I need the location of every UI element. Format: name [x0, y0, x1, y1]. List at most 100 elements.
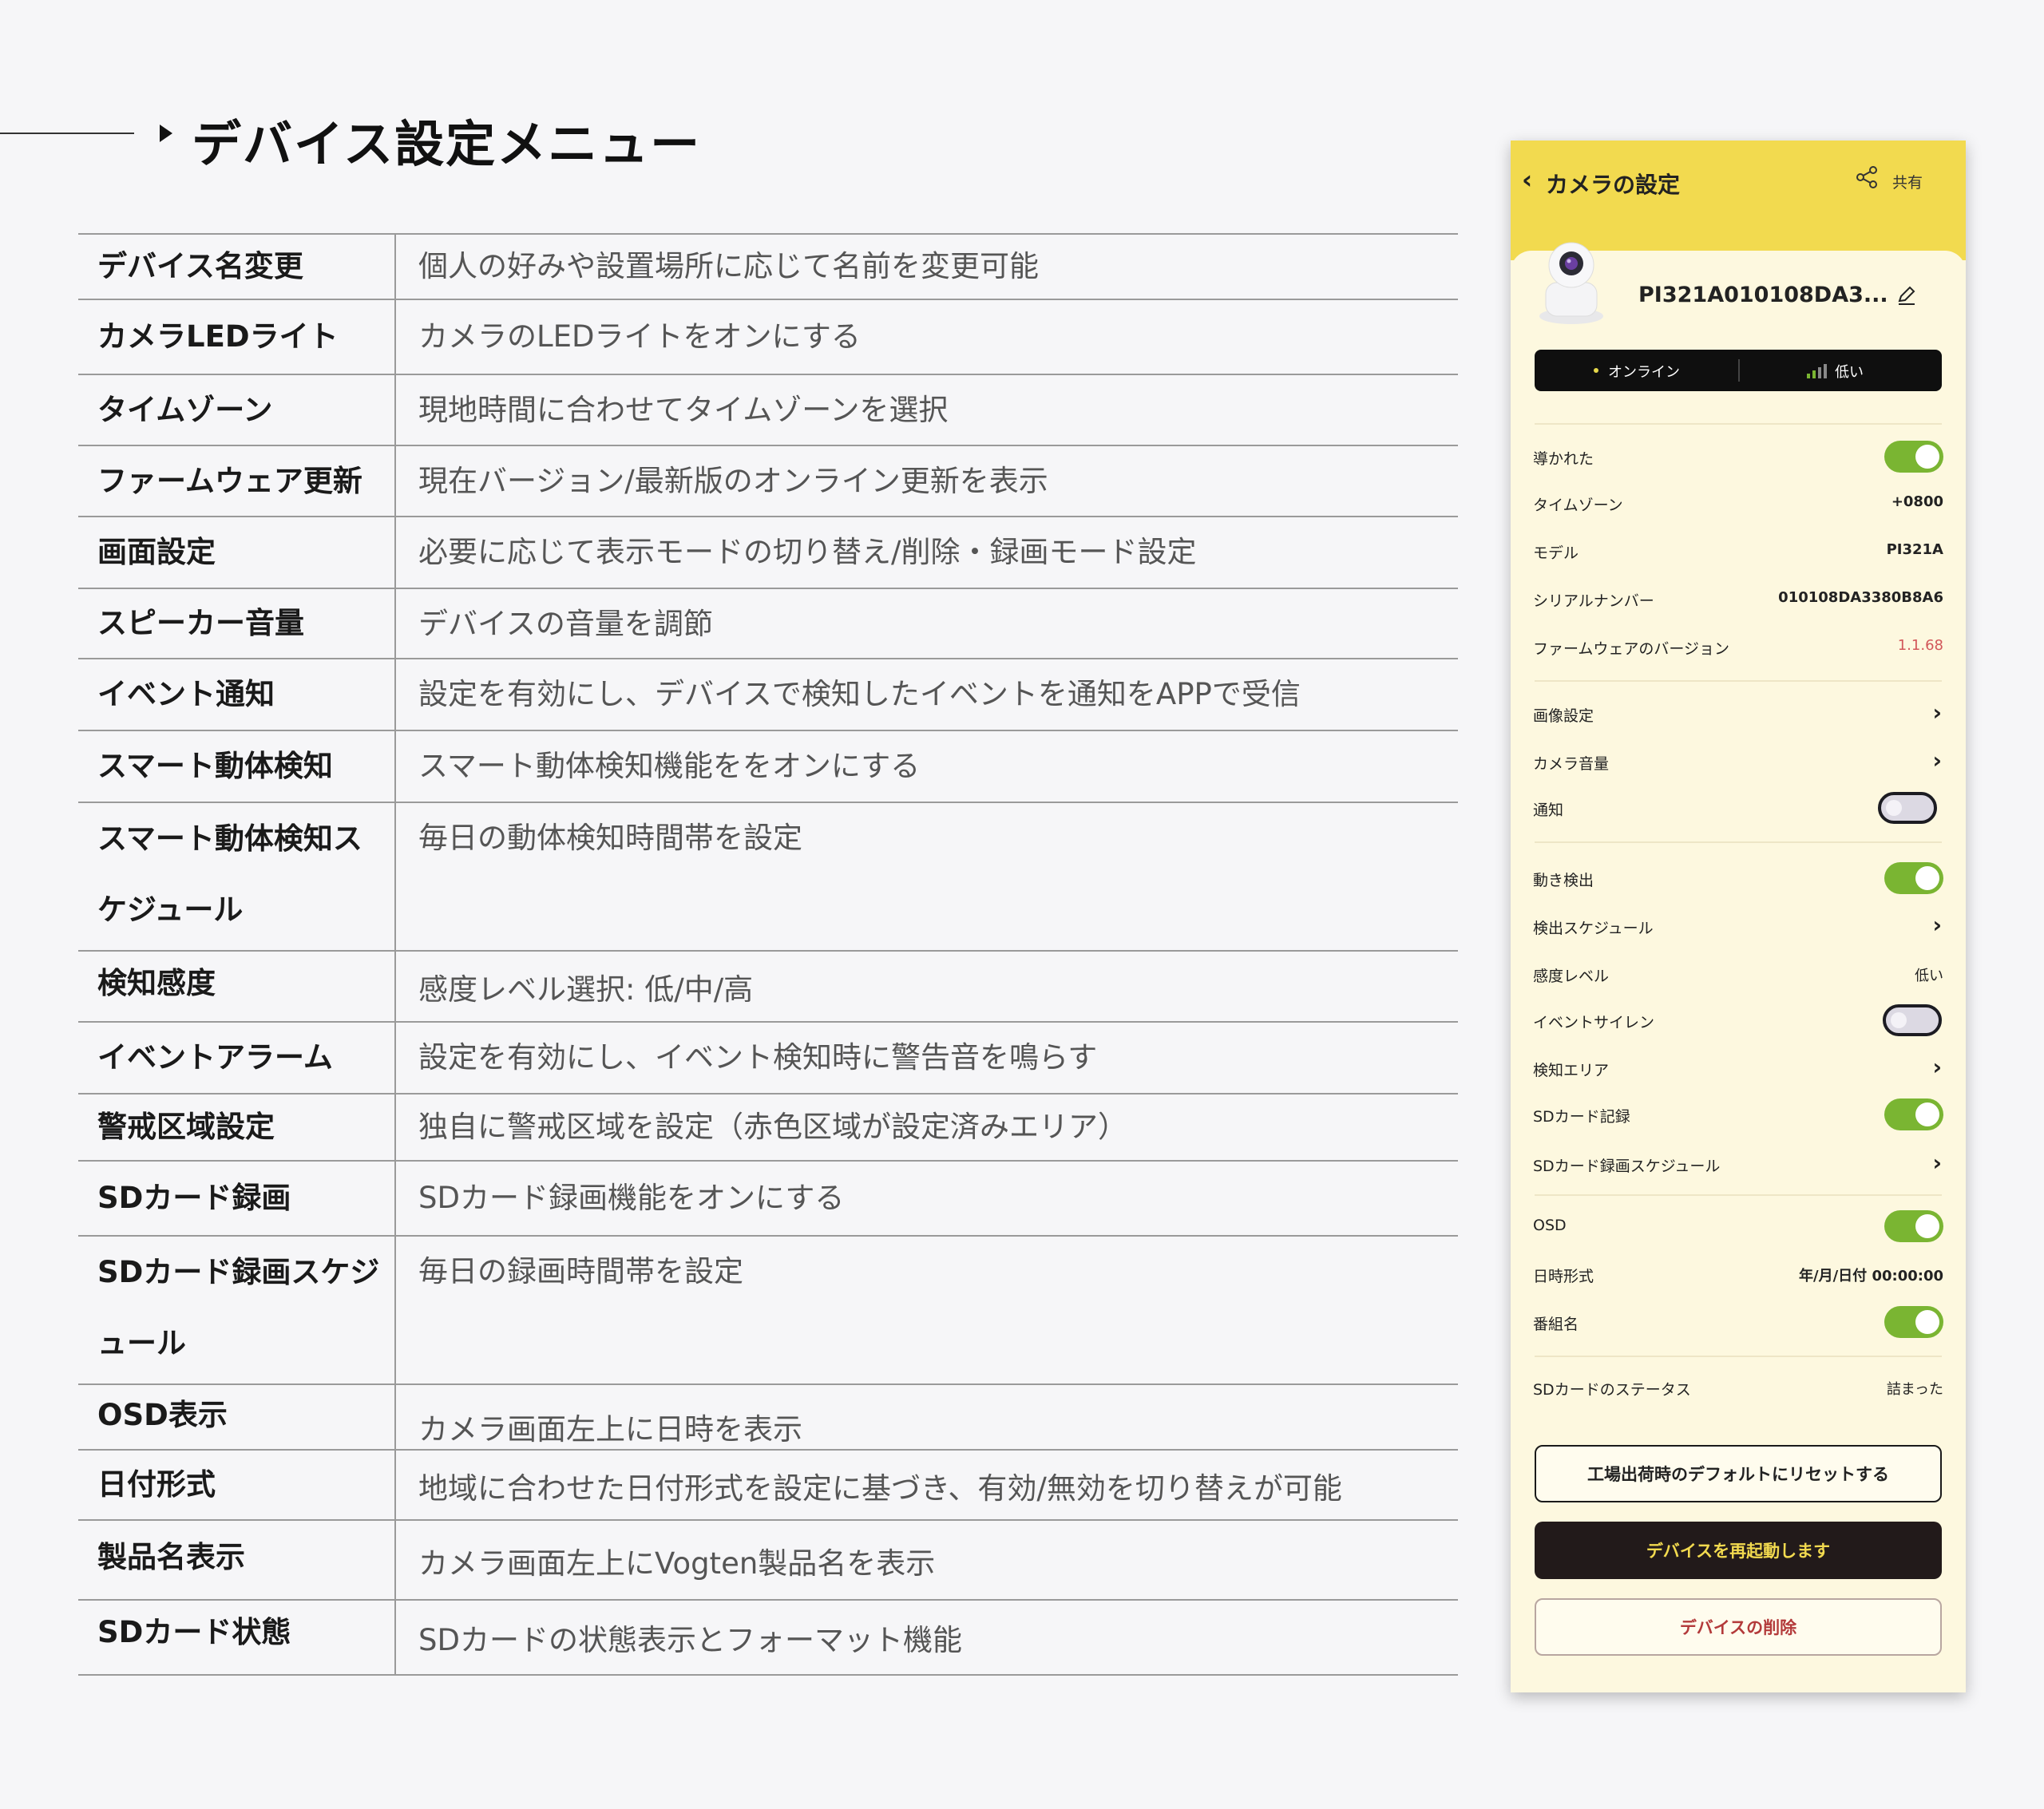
row-value: 詰まった	[1886, 1381, 1943, 1398]
table-row: デバイス名変更 個人の好みや設置場所に応じて名前を変更可能	[78, 235, 1458, 300]
online-status: オンライン	[1608, 364, 1680, 381]
setting-name: 検知感度	[78, 952, 396, 1021]
chevron-right-icon: ›	[1932, 1054, 1942, 1080]
sd-status-row[interactable]: SDカードのステータス 詰まった	[1533, 1372, 1943, 1403]
setting-description: 設定を有効にし、イベント検知時に警告音を鳴らす	[418, 1040, 1098, 1075]
device-name: PI321A010108DA3...	[1638, 283, 1888, 307]
event-siren-toggle[interactable]	[1883, 1004, 1942, 1036]
triangle-bullet-icon	[160, 125, 172, 142]
row-label: 検知エリア	[1533, 1062, 1610, 1079]
setting-name: タイムゾーン	[78, 375, 396, 445]
edit-pencil-icon[interactable]	[1895, 284, 1918, 307]
table-row: スマート動体検知 スマート動体検知機能ををオンにする	[78, 731, 1458, 803]
osd-toggle[interactable]	[1884, 1210, 1943, 1242]
setting-description: 毎日の録画時間帯を設定	[418, 1254, 743, 1288]
connection-status-bar: オンライン 低い	[1535, 350, 1942, 391]
section-divider	[1535, 680, 1942, 682]
chevron-right-icon: ›	[1932, 699, 1942, 726]
section-divider	[1535, 841, 1942, 843]
row-label: 番組名	[1533, 1316, 1579, 1333]
row-label: OSD	[1533, 1217, 1567, 1234]
setting-name: デバイス名変更	[78, 235, 396, 299]
setting-description: 感度レベル選択: 低/中/高	[418, 972, 754, 1007]
table-row: イベントアラーム 設定を有効にし、イベント検知時に警告音を鳴らす	[78, 1023, 1458, 1095]
row-value: +0800	[1891, 493, 1943, 510]
row-value: 年/月/日付 00:00:00	[1799, 1268, 1943, 1285]
chevron-right-icon: ›	[1932, 747, 1942, 774]
motion-detection-toggle[interactable]	[1884, 862, 1943, 894]
notification-row: 通知	[1533, 792, 1943, 824]
setting-name: 製品名表示	[78, 1521, 396, 1599]
row-label: SDカード録画スケジュール	[1533, 1158, 1721, 1175]
notification-toggle[interactable]	[1878, 792, 1937, 824]
table-row: スピーカー音量 デバイスの音量を調節	[78, 589, 1458, 659]
signal-level: 低い	[1835, 364, 1864, 381]
led-light-toggle[interactable]	[1884, 441, 1943, 473]
table-row: OSD表示 カメラ画面左上に日時を表示	[78, 1385, 1458, 1451]
phone-screenshot: ‹ カメラの設定 共有 PI321A010108DA3... オンライン 低い …	[1511, 141, 1966, 1692]
setting-name-line1: スマート動体検知ス	[97, 821, 362, 856]
table-row: 警戒区域設定 独自に警戒区域を設定（赤色区域が設定済みエリア）	[78, 1095, 1458, 1162]
motion-detection-row: 動き検出	[1533, 862, 1943, 894]
image-settings-row[interactable]: 画像設定 ›	[1533, 698, 1943, 730]
camera-volume-row[interactable]: カメラ音量 ›	[1533, 746, 1943, 778]
table-row: 画面設定 必要に応じて表示モードの切り替え/削除・録画モード設定	[78, 517, 1458, 589]
timezone-row[interactable]: タイムゾーン +0800	[1533, 487, 1943, 519]
firmware-row[interactable]: ファームウェアのバージョン 1.1.68	[1533, 631, 1943, 663]
date-format-row[interactable]: 日時形式 年/月/日付 00:00:00	[1533, 1258, 1943, 1290]
osd-row: OSD	[1533, 1210, 1943, 1242]
setting-description: SDカードの状態表示とフォーマット機能	[418, 1623, 962, 1657]
setting-description: 設定を有効にし、デバイスで検知したイベントを通知をAPPで受信	[418, 677, 1301, 711]
reboot-button[interactable]: デバイスを再起動します	[1535, 1522, 1942, 1579]
section-divider	[1535, 1356, 1942, 1357]
detection-schedule-row[interactable]: 検出スケジュール ›	[1533, 910, 1943, 942]
setting-name: 画面設定	[78, 517, 396, 588]
setting-description: 必要に応じて表示モードの切り替え/削除・録画モード設定	[418, 535, 1197, 569]
table-row: SDカード録画 SDカード録画機能をオンにする	[78, 1162, 1458, 1237]
table-row: ファームウェア更新 現在バージョン/最新版のオンライン更新を表示	[78, 446, 1458, 517]
table-row: 製品名表示 カメラ画面左上にVogten製品名を表示	[78, 1521, 1458, 1601]
page-title: デバイス設定メニュー	[192, 115, 702, 173]
setting-description: 独自に警戒区域を設定（赤色区域が設定済みエリア）	[418, 1110, 1127, 1144]
sd-recording-toggle[interactable]	[1884, 1098, 1943, 1130]
factory-reset-button[interactable]: 工場出荷時のデフォルトにリセットする	[1535, 1445, 1942, 1502]
setting-description: 個人の好みや設置場所に応じて名前を変更可能	[418, 249, 1039, 283]
setting-description: 現地時間に合わせてタイムゾーンを選択	[418, 393, 949, 427]
chevron-left-icon[interactable]: ‹	[1522, 164, 1532, 195]
table-row: カメラLEDライト カメラのLEDライトをオンにする	[78, 300, 1458, 375]
setting-name: イベントアラーム	[78, 1023, 396, 1093]
detection-area-row[interactable]: 検知エリア ›	[1533, 1052, 1943, 1084]
setting-name: ファームウェア更新	[78, 446, 396, 516]
sd-schedule-row[interactable]: SDカード録画スケジュール ›	[1533, 1148, 1943, 1180]
table-row: タイムゾーン 現地時間に合わせてタイムゾーンを選択	[78, 375, 1458, 446]
app-title: カメラの設定	[1546, 172, 1681, 198]
row-label: 動き検出	[1533, 872, 1594, 889]
setting-description: デバイスの音量を調節	[418, 607, 713, 641]
setting-name: カメラLEDライト	[78, 300, 396, 374]
event-siren-row: イベントサイレン	[1533, 1004, 1943, 1036]
row-label: 検出スケジュール	[1533, 920, 1654, 937]
share-icon[interactable]	[1854, 164, 1880, 190]
row-label: イベントサイレン	[1533, 1014, 1655, 1031]
row-label: 通知	[1533, 802, 1564, 819]
program-name-toggle[interactable]	[1884, 1306, 1943, 1338]
share-label[interactable]: 共有	[1892, 171, 1923, 192]
sd-recording-row: SDカード記録	[1533, 1098, 1943, 1130]
setting-description: カメラのLEDライトをオンにする	[418, 319, 861, 354]
table-row: 日付形式 地域に合わせた日付形式を設定に基づき、有効/無効を切り替えが可能	[78, 1451, 1458, 1521]
row-label: シリアルナンバー	[1533, 592, 1654, 610]
row-label: 導かれた	[1533, 450, 1594, 468]
section-divider	[1535, 1194, 1942, 1196]
delete-device-button[interactable]: デバイスの削除	[1535, 1598, 1942, 1656]
setting-name: スピーカー音量	[78, 589, 396, 658]
chevron-right-icon: ›	[1932, 912, 1942, 938]
row-label: 画像設定	[1533, 707, 1594, 725]
setting-description: 地域に合わせた日付形式を設定に基づき、有効/無効を切り替えが可能	[418, 1471, 1342, 1506]
setting-name: 警戒区域設定	[78, 1095, 396, 1160]
settings-table: デバイス名変更 個人の好みや設置場所に応じて名前を変更可能 カメラLEDライト …	[78, 233, 1458, 1676]
table-row: スマート動体検知ス ケジュール 毎日の動体検知時間帯を設定	[78, 803, 1458, 952]
setting-name: SDカード状態	[78, 1601, 396, 1674]
sensitivity-row[interactable]: 感度レベル 低い	[1533, 958, 1943, 990]
section-divider	[1535, 423, 1942, 425]
setting-description: SDカード録画機能をオンにする	[418, 1181, 845, 1215]
